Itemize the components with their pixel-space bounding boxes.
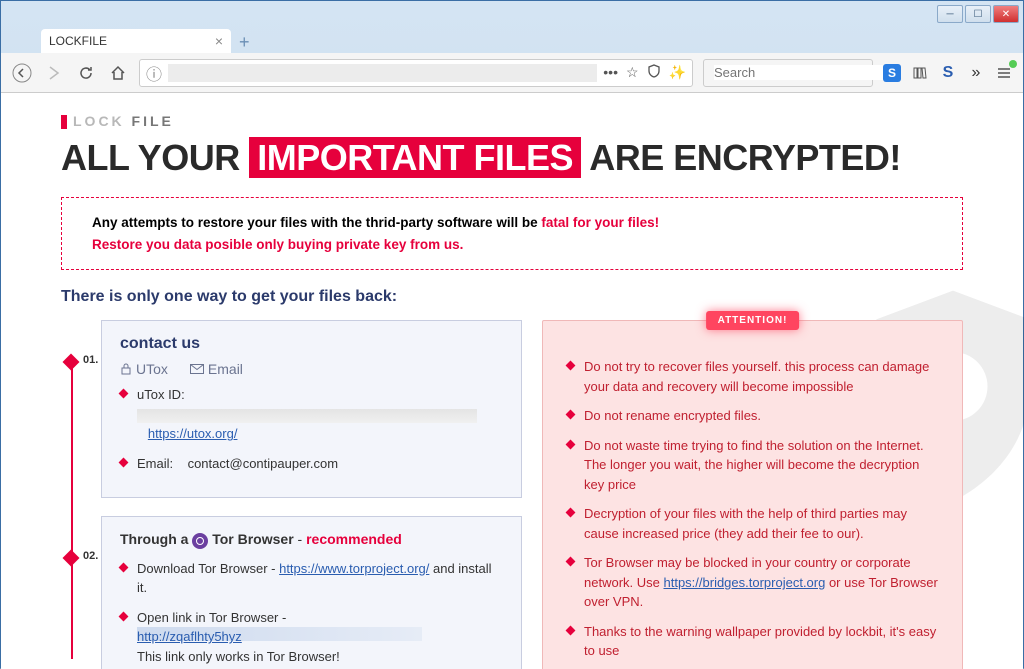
- browser-toolbar: ⓘ ••• ☆ ✨ S S »: [1, 53, 1023, 93]
- close-button[interactable]: ✕: [993, 5, 1019, 23]
- torproject-link[interactable]: https://www.torproject.org/: [279, 561, 429, 576]
- headline: ALL YOUR IMPORTANT FILES ARE ENCRYPTED!: [61, 137, 963, 179]
- list-item: uTox ID: https://utox.org/: [120, 385, 503, 444]
- shield-icon[interactable]: [647, 64, 661, 81]
- one-way-heading: There is only one way to get your files …: [61, 288, 963, 306]
- extension-icons: S S »: [883, 64, 1013, 82]
- list-item: Do not waste time trying to find the sol…: [567, 436, 938, 495]
- step-1-label: 01.: [83, 354, 98, 366]
- wand-icon[interactable]: ✨: [669, 64, 686, 81]
- list-item: Download Tor Browser - https://www.torpr…: [120, 559, 503, 598]
- attention-column: ATTENTION! Do not try to recover files y…: [542, 320, 963, 669]
- back-button[interactable]: [11, 62, 33, 84]
- list-item: Do not try to recover files yourself. th…: [567, 357, 938, 396]
- onion-link[interactable]: http://zqaflhty5hyz: [137, 627, 422, 641]
- tor-heading: Through a Tor Browser - recommended: [120, 531, 503, 548]
- brand-label: LOCK FILE: [61, 113, 963, 129]
- home-icon: [110, 65, 126, 81]
- tab-strip: LOCKFILE × +: [1, 27, 1023, 53]
- contact-heading: contact us: [120, 335, 503, 353]
- method-email: Email: [190, 361, 243, 377]
- reload-button[interactable]: [75, 62, 97, 84]
- list-item: Email: contact@contipauper.com: [120, 454, 503, 474]
- browser-window: ─ ☐ ✕ LOCKFILE × + ⓘ ••• ☆: [0, 0, 1024, 668]
- ext-s2-icon[interactable]: S: [939, 64, 957, 82]
- overflow-icon[interactable]: »: [967, 64, 985, 82]
- library-icon[interactable]: [911, 64, 929, 82]
- arrow-left-icon: [12, 63, 32, 83]
- warning-box: Any attempts to restore your files with …: [61, 197, 963, 270]
- page-content: LOCK FILE ALL YOUR IMPORTANT FILES ARE E…: [1, 93, 1023, 669]
- url-input[interactable]: [168, 64, 597, 82]
- tab-title: LOCKFILE: [49, 34, 107, 48]
- list-item: Open link in Tor Browser - http://zqaflh…: [120, 608, 503, 667]
- ext-s-icon[interactable]: S: [883, 64, 901, 82]
- list-item: Tor Browser may be blocked in your count…: [567, 553, 938, 612]
- attention-box: ATTENTION! Do not try to recover files y…: [542, 320, 963, 669]
- new-tab-button[interactable]: +: [239, 32, 250, 53]
- bridges-link[interactable]: https://bridges.torproject.org: [663, 575, 825, 590]
- menu-icon[interactable]: [995, 64, 1013, 82]
- bookmark-icon[interactable]: ☆: [626, 64, 639, 81]
- browser-tab-active[interactable]: LOCKFILE ×: [41, 29, 231, 53]
- steps-column: 01. 02. contact us UTox Email: [61, 320, 522, 669]
- method-utox: UTox: [120, 361, 168, 377]
- arrow-right-icon: [46, 65, 62, 81]
- contact-box: contact us UTox Email: [101, 320, 522, 498]
- forward-button[interactable]: [43, 62, 65, 84]
- tor-box: Through a Tor Browser - recommended Down…: [101, 516, 522, 669]
- url-bar[interactable]: ⓘ ••• ☆ ✨: [139, 59, 693, 87]
- step-2-label: 02.: [83, 550, 98, 562]
- mail-icon: [190, 364, 204, 374]
- contact-methods: UTox Email: [120, 361, 503, 377]
- utox-link[interactable]: https://utox.org/: [148, 426, 238, 441]
- window-titlebar: ─ ☐ ✕: [1, 1, 1023, 27]
- list-item: Decryption of your files with the help o…: [567, 504, 938, 543]
- more-icon[interactable]: •••: [603, 64, 618, 81]
- lock-icon: [120, 363, 132, 375]
- reload-icon: [78, 65, 94, 81]
- list-item: Thanks to the warning wallpaper provided…: [567, 622, 938, 661]
- minimize-button[interactable]: ─: [937, 5, 963, 23]
- redacted-utox-id: [137, 409, 477, 423]
- tor-icon: [192, 533, 208, 549]
- list-item: Do not rename encrypted files.: [567, 406, 938, 426]
- site-info-icon[interactable]: ⓘ: [146, 61, 162, 85]
- maximize-button[interactable]: ☐: [965, 5, 991, 23]
- search-input[interactable]: [714, 65, 890, 80]
- home-button[interactable]: [107, 62, 129, 84]
- search-box[interactable]: [703, 59, 873, 87]
- attention-badge: ATTENTION!: [706, 311, 800, 330]
- tab-close-icon[interactable]: ×: [215, 33, 223, 49]
